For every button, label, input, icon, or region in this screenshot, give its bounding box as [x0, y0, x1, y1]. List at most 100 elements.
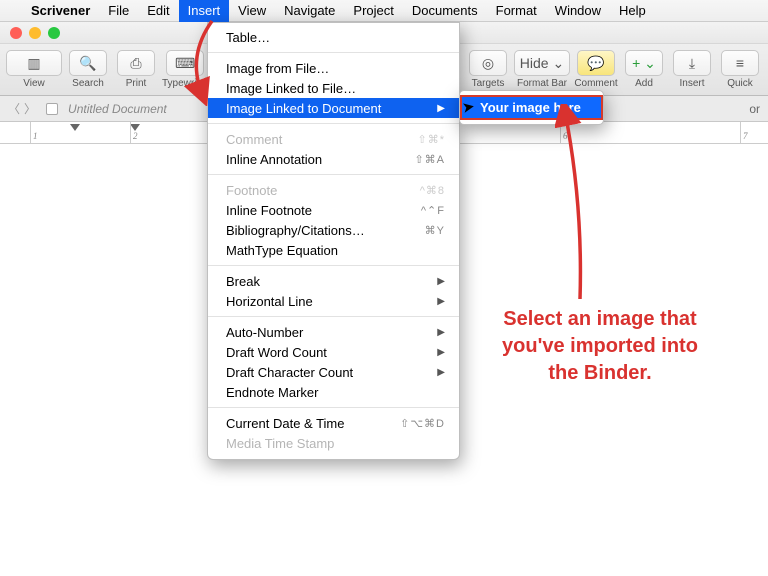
menu-item-label: Inline Annotation [226, 152, 322, 167]
menu-item-label: Table… [226, 30, 270, 45]
toolbar-targets[interactable]: ◎ Targets [466, 50, 510, 89]
toolbar-view-label: View [23, 78, 45, 89]
menu-item-bibliography-citations[interactable]: Bibliography/Citations… ⌘Y [208, 220, 459, 240]
toolbar-insert-label: Insert [679, 78, 704, 89]
menu-item-label: Inline Footnote [226, 203, 312, 218]
toolbar-add-label: Add [635, 78, 653, 89]
menu-item-break[interactable]: Break▶ [208, 271, 459, 291]
ruler-tick: 1 [30, 122, 38, 143]
menu-item-horizontal-line[interactable]: Horizontal Line ▶ [208, 291, 459, 311]
menu-item-label: Horizontal Line [226, 294, 313, 309]
toolbar-print-label: Print [126, 78, 147, 89]
menu-item-label: Draft Word Count [226, 345, 327, 360]
menu-shortcut: ^⌃F [421, 204, 445, 217]
submenu-arrow-icon: ▶ [437, 296, 445, 307]
menu-separator [208, 407, 459, 408]
menu-item-label: Image Linked to Document [226, 101, 381, 116]
menu-item-current-date-time[interactable]: Current Date & Time ⇧⌥⌘D [208, 413, 459, 433]
menu-item-image-linked-to-file[interactable]: Image Linked to File… [208, 78, 459, 98]
menu-item-label: Auto-Number [226, 325, 303, 340]
menu-item-label: Footnote [226, 183, 277, 198]
menubar-file[interactable]: File [99, 0, 138, 22]
menu-item-label: Image from File… [226, 61, 329, 76]
close-window-button[interactable] [10, 27, 22, 39]
menu-item-label: Current Date & Time [226, 416, 345, 431]
toolbar-search[interactable]: 🔍 Search [66, 50, 110, 89]
quick-icon: ≡ [721, 50, 759, 76]
menu-item-auto-number[interactable]: Auto-Number▶ [208, 322, 459, 342]
history-nav: 〈 〉 [8, 100, 36, 117]
print-icon: ⎙ [117, 50, 155, 76]
typewriter-icon: ⌨ [166, 50, 204, 76]
toolbar-formatbar-label: Format Bar [517, 78, 567, 89]
menu-item-media-time-stamp: Media Time Stamp [208, 433, 459, 453]
toolbar-search-label: Search [72, 78, 104, 89]
menu-item-label: Draft Character Count [226, 365, 353, 380]
menu-shortcut: ⌘Y [425, 224, 445, 237]
include-checkbox[interactable] [46, 103, 58, 115]
back-button[interactable]: 〈 [8, 100, 20, 117]
toolbar-add[interactable]: + ⌄Add [622, 50, 666, 89]
menu-item-inline-footnote[interactable]: Inline Footnote ^⌃F [208, 200, 459, 220]
menu-item-draft-character-count[interactable]: Draft Character Count▶ [208, 362, 459, 382]
menu-separator [208, 174, 459, 175]
menubar-view[interactable]: View [229, 0, 275, 22]
toolbar-targets-label: Targets [472, 78, 505, 89]
menubar-navigate[interactable]: Navigate [275, 0, 344, 22]
menu-item-comment: Comment⇧⌘* [208, 129, 459, 149]
minimize-window-button[interactable] [29, 27, 41, 39]
toolbar-typewriter[interactable]: ⌨Typewriter [162, 50, 208, 89]
toolbar-quick-label: Quick [727, 78, 753, 89]
traffic-lights [0, 27, 60, 39]
breadcrumb-doc[interactable]: Untitled Document [68, 102, 167, 116]
menubar-documents[interactable]: Documents [403, 0, 487, 22]
submenu-arrow-icon: ▶ [437, 103, 445, 114]
ruler-indent-marker[interactable] [70, 124, 80, 131]
menu-item-label: MathType Equation [226, 243, 338, 258]
menu-item-label: Bibliography/Citations… [226, 223, 365, 238]
menubar-app[interactable]: Scrivener [22, 0, 99, 22]
menu-shortcut: ^⌘8 [420, 184, 445, 197]
menu-item-endnote-marker[interactable]: Endnote Marker [208, 382, 459, 402]
menu-item-label: Break [226, 274, 260, 289]
menu-item-image-linked-to-document[interactable]: Image Linked to Document ▶ [208, 98, 459, 118]
menu-item-footnote: Footnote ^⌘8 [208, 180, 459, 200]
menu-shortcut: ⇧⌘* [418, 133, 446, 146]
comment-icon: 💬 [577, 50, 615, 76]
menu-item-table[interactable]: Table… [208, 27, 459, 47]
style-note: or [749, 102, 760, 116]
menu-item-label: Endnote Marker [226, 385, 319, 400]
insert-icon: ⤓ [673, 50, 711, 76]
menu-item-draft-word-count[interactable]: Draft Word Count ▶ [208, 342, 459, 362]
menubar-help[interactable]: Help [610, 0, 655, 22]
menu-shortcut: ⇧⌥⌘D [400, 417, 445, 430]
submenu-item-your-image[interactable]: Your image here [460, 95, 603, 120]
search-icon: 🔍 [69, 50, 107, 76]
targets-icon: ◎ [469, 50, 507, 76]
annotation-text: Select an image that you've imported int… [490, 306, 710, 387]
menubar-format[interactable]: Format [487, 0, 546, 22]
menubar-edit[interactable]: Edit [138, 0, 178, 22]
toolbar-quick[interactable]: ≡ Quick [718, 50, 762, 89]
toolbar-insert[interactable]: ⤓ Insert [670, 50, 714, 89]
mac-menubar: Scrivener File Edit Insert View Navigate… [0, 0, 768, 22]
menu-item-inline-annotation[interactable]: Inline Annotation ⇧⌘A [208, 149, 459, 169]
submenu-arrow-icon: ▶ [437, 347, 445, 358]
menu-item-image-from-file[interactable]: Image from File… [208, 58, 459, 78]
toolbar-comment[interactable]: 💬Comment [574, 50, 618, 89]
zoom-window-button[interactable] [48, 27, 60, 39]
menubar-insert[interactable]: Insert [179, 0, 230, 22]
ruler-tick: 7 [740, 122, 748, 143]
menu-item-mathtype-equation[interactable]: MathType Equation [208, 240, 459, 260]
menu-separator [208, 123, 459, 124]
menubar-project[interactable]: Project [344, 0, 402, 22]
forward-button[interactable]: 〉 [24, 100, 36, 117]
menu-shortcut: ⇧⌘A [414, 153, 445, 166]
view-icon: ▥ [6, 50, 62, 76]
toolbar-view[interactable]: ▥ View [6, 50, 62, 89]
image-linked-to-document-submenu: Your image here [459, 90, 604, 125]
toolbar-formatbar[interactable]: Hide ⌄Format Bar [514, 50, 570, 89]
menubar-window[interactable]: Window [546, 0, 610, 22]
toolbar-print[interactable]: ⎙ Print [114, 50, 158, 89]
menu-separator [208, 52, 459, 53]
